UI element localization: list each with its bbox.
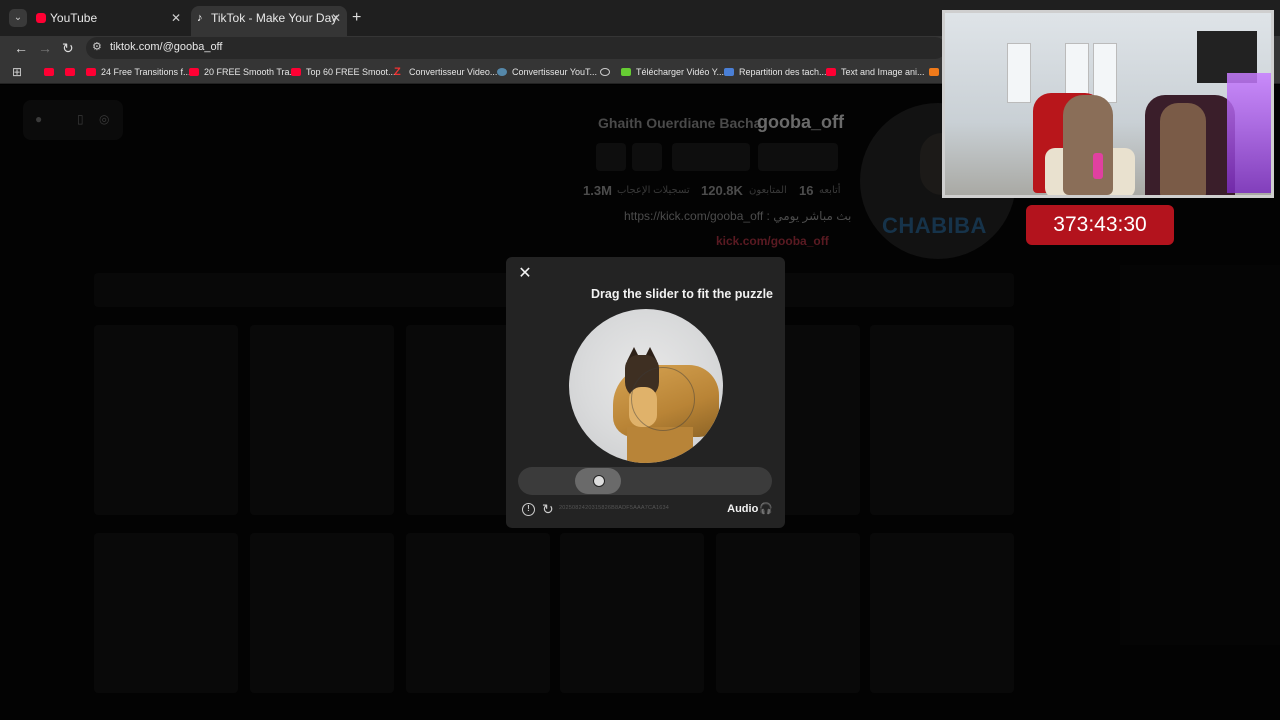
doc-icon — [724, 68, 734, 76]
stream-timer: 373:43:30 — [1026, 205, 1174, 245]
close-tab-icon[interactable]: ✕ — [331, 6, 341, 31]
user-icon: ● — [35, 112, 43, 126]
webcam-light — [1227, 73, 1271, 193]
address-bar[interactable]: ⚙ tiktok.com/@gooba_off — [86, 37, 946, 59]
profile-stats: أتابعه 16 المتابعون 120.8K تسجيلات الإعج… — [583, 183, 841, 199]
followers-count: 120.8K — [701, 183, 743, 198]
tiktok-icon: ♪ — [197, 12, 203, 24]
download-icon — [621, 68, 631, 76]
action-button-placeholder — [758, 143, 838, 171]
grab-cursor-icon — [592, 475, 605, 487]
following-label: أتابعه — [819, 185, 841, 196]
sidebar-ghost — [1120, 265, 1280, 645]
video-thumbnail-placeholder — [94, 325, 238, 515]
profile-display-name: Ghaith Ouerdiane Bacha — [598, 115, 762, 131]
tab-title: TikTok - Make Your Day — [211, 11, 338, 25]
back-icon[interactable]: ← — [14, 39, 28, 57]
orange-icon — [929, 68, 939, 76]
action-button-placeholder — [596, 143, 626, 171]
bookmark-item[interactable] — [44, 65, 59, 79]
bookmark-item[interactable]: Text and Image ani... — [826, 65, 925, 79]
youtube-icon — [44, 68, 54, 76]
bookmark-item[interactable]: Convertisseur YouT... — [497, 65, 597, 79]
z-icon: Z — [394, 66, 401, 78]
video-thumbnail-placeholder — [406, 533, 550, 693]
tab-youtube[interactable]: YouTube ✕ — [30, 6, 187, 36]
bookmark-item[interactable] — [600, 65, 615, 79]
tab-tiktok[interactable]: ♪ TikTok - Make Your Day ✕ — [191, 6, 347, 36]
youtube-icon — [189, 68, 199, 76]
tab-search-button[interactable]: ⌄ — [9, 9, 27, 27]
followers-label: المتابعون — [749, 185, 787, 196]
webcam-window — [1007, 43, 1031, 103]
profile-link[interactable]: kick.com/gooba_off — [716, 234, 829, 248]
audio-label: Audio — [727, 503, 759, 515]
video-thumbnail-placeholder — [250, 533, 394, 693]
close-tab-icon[interactable]: ✕ — [171, 6, 181, 31]
captcha-modal: ✕ Drag the slider to fit the puzzle ← ! … — [506, 257, 785, 528]
webcam-person — [1063, 95, 1113, 195]
bookmark-item[interactable]: Télécharger Vidéo Y... — [621, 65, 724, 79]
url-text: tiktok.com/@gooba_off — [110, 41, 223, 53]
captcha-slider-track[interactable]: ← — [518, 467, 772, 495]
webcam-mic — [1093, 153, 1103, 179]
profile-bio: بث مباشر يومي : https://kick.com/gooba_o… — [624, 209, 852, 223]
bookmark-item[interactable]: Top 60 FREE Smoot... — [291, 65, 396, 79]
tab-title: YouTube — [50, 11, 98, 25]
youtube-icon — [65, 68, 75, 76]
bookmark-item[interactable]: Repartition des tach... — [724, 65, 827, 79]
bookmark-item[interactable]: 20 FREE Smooth Tra... — [189, 65, 297, 79]
bookmark-item[interactable]: 24 Free Transitions f... — [86, 65, 191, 79]
video-thumbnail-placeholder — [870, 533, 1014, 693]
audio-button[interactable]: Audio🎧 — [727, 502, 773, 515]
avatar-logo-text: CHABIBA — [882, 213, 987, 238]
compass-icon: ◎ — [99, 112, 110, 126]
refresh-icon[interactable]: ↻ — [542, 501, 554, 518]
close-icon[interactable]: ✕ — [517, 266, 533, 282]
puzzle-image — [569, 309, 723, 463]
captcha-title: Drag the slider to fit the puzzle — [591, 287, 773, 301]
reload-icon[interactable]: ↻ — [62, 39, 74, 57]
converter-icon — [497, 68, 507, 76]
webcam-person — [1160, 103, 1206, 195]
headphones-icon: 🎧 — [759, 503, 773, 515]
captcha-session-code: 2025082420315826B8ADF5AAA7CA1634 — [559, 505, 670, 511]
info-icon[interactable]: ! — [522, 503, 535, 516]
dog-legs — [627, 427, 693, 463]
new-tab-button[interactable]: + — [352, 10, 361, 26]
video-thumbnail-placeholder — [94, 533, 238, 693]
video-thumbnail-placeholder — [250, 325, 394, 515]
bookmark-item[interactable] — [65, 65, 80, 79]
youtube-icon — [826, 68, 836, 76]
phone-icon: ▯ — [77, 112, 84, 126]
youtube-icon — [86, 68, 96, 76]
action-button-placeholder — [632, 143, 662, 171]
youtube-icon — [291, 68, 301, 76]
side-action-pill: ● ▯ ◎ — [23, 100, 123, 140]
globe-icon — [600, 68, 610, 76]
youtube-icon — [36, 13, 46, 23]
action-button-placeholder — [672, 143, 750, 171]
video-thumbnail-placeholder — [716, 533, 860, 693]
webcam-overlay — [942, 10, 1274, 198]
site-info-icon[interactable]: ⚙ — [92, 40, 102, 53]
likes-label: تسجيلات الإعجاب — [617, 185, 690, 196]
following-count: 16 — [799, 183, 814, 198]
apps-grid-icon[interactable]: ⊞ — [12, 66, 24, 78]
forward-icon[interactable]: → — [38, 39, 52, 57]
profile-handle: gooba_off — [757, 112, 844, 132]
puzzle-piece-outline — [631, 367, 695, 431]
likes-count: 1.3M — [583, 183, 612, 198]
video-thumbnail-placeholder — [560, 533, 704, 693]
slider-handle[interactable]: ← — [574, 468, 621, 494]
bookmark-item[interactable]: Z Convertisseur Video... — [394, 65, 497, 79]
video-thumbnail-placeholder — [870, 325, 1014, 515]
webcam-window — [1093, 43, 1117, 103]
